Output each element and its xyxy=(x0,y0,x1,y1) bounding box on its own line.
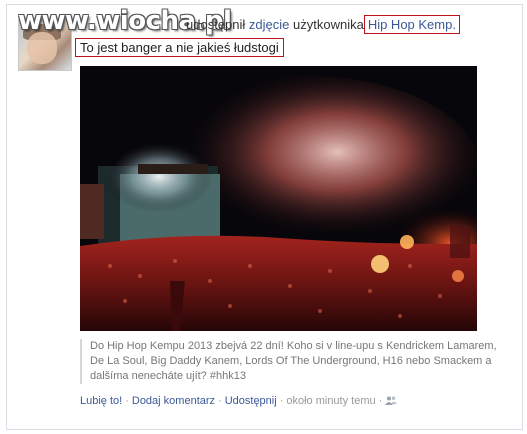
avatar-face xyxy=(27,32,57,64)
separator: · xyxy=(378,395,383,407)
concert-photo-image xyxy=(80,66,477,331)
comment-button[interactable]: Dodaj komentarz xyxy=(132,395,215,407)
photo-link[interactable]: zdjęcie xyxy=(249,17,289,32)
verb-text: udostępnił xyxy=(186,17,246,32)
post-headline: udostępnił zdjęcie użytkownika Hip Hop Ke… xyxy=(186,15,460,34)
like-button[interactable]: Lubię to! xyxy=(80,395,122,407)
user-comment: To jest banger a nie jakieś łudstogi xyxy=(75,38,284,57)
friends-icon[interactable] xyxy=(385,395,398,407)
action-bar: Lubię to! · Dodaj komentarz · Udostępnij · oko… xyxy=(80,395,398,407)
separator: · xyxy=(125,395,129,407)
owner-text: użytkownika xyxy=(293,17,364,32)
separator: · xyxy=(279,395,284,407)
photo-caption: Do Hip Hop Kempu 2013 zbejvá 22 dní! Koh… xyxy=(80,339,500,384)
page-link[interactable]: Hip Hop Kemp. xyxy=(368,17,456,32)
separator: · xyxy=(218,395,222,407)
owner-highlight: Hip Hop Kemp. xyxy=(363,15,460,34)
share-button[interactable]: Udostępnij xyxy=(225,395,277,407)
concert-photo[interactable] xyxy=(80,66,477,331)
timestamp[interactable]: około minuty temu xyxy=(286,395,375,407)
